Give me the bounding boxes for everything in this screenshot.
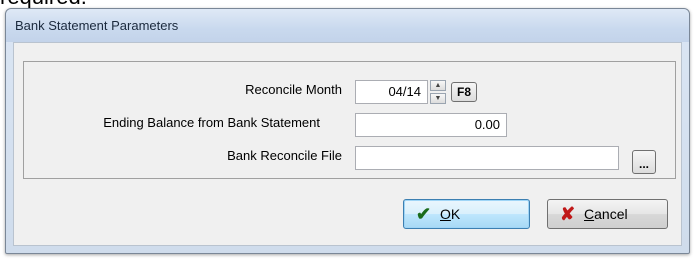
reconcile-month-label: Reconcile Month [245, 82, 342, 97]
bank-reconcile-file-input[interactable] [355, 146, 619, 170]
check-icon: ✔ [416, 204, 432, 224]
cancel-accel: C [584, 206, 595, 222]
bank-statement-parameters-dialog: Bank Statement Parameters Reconcile Mont… [5, 8, 690, 254]
parameters-group: Reconcile Month 04/14 ▲ ▼ F8 Ending Bala… [23, 61, 676, 179]
ending-balance-label: Ending Balance from Bank Statement [103, 115, 320, 130]
bank-reconcile-file-label: Bank Reconcile File [227, 148, 342, 163]
title-bar[interactable]: Bank Statement Parameters [6, 9, 689, 42]
ending-balance-input[interactable]: 0.00 [355, 113, 507, 137]
dialog-title: Bank Statement Parameters [15, 18, 179, 33]
spinner-up-icon[interactable]: ▲ [430, 80, 446, 91]
reconcile-month-input[interactable]: 04/14 [355, 80, 428, 104]
background-text: required. [0, 0, 87, 8]
x-icon: ✘ [560, 204, 576, 224]
reconcile-month-spinner[interactable]: ▲ ▼ [430, 80, 446, 104]
spinner-down-icon[interactable]: ▼ [430, 93, 446, 104]
ok-button[interactable]: ✔ OK [403, 199, 530, 229]
cancel-button[interactable]: ✘ Cancel [547, 199, 668, 229]
ok-accel: O [440, 206, 451, 222]
dialog-body: Reconcile Month 04/14 ▲ ▼ F8 Ending Bala… [13, 42, 682, 246]
cancel-label-rest: ancel [594, 206, 628, 222]
browse-button[interactable]: ... [632, 150, 656, 174]
ok-label-rest: K [450, 206, 461, 222]
f8-button[interactable]: F8 [451, 82, 477, 102]
